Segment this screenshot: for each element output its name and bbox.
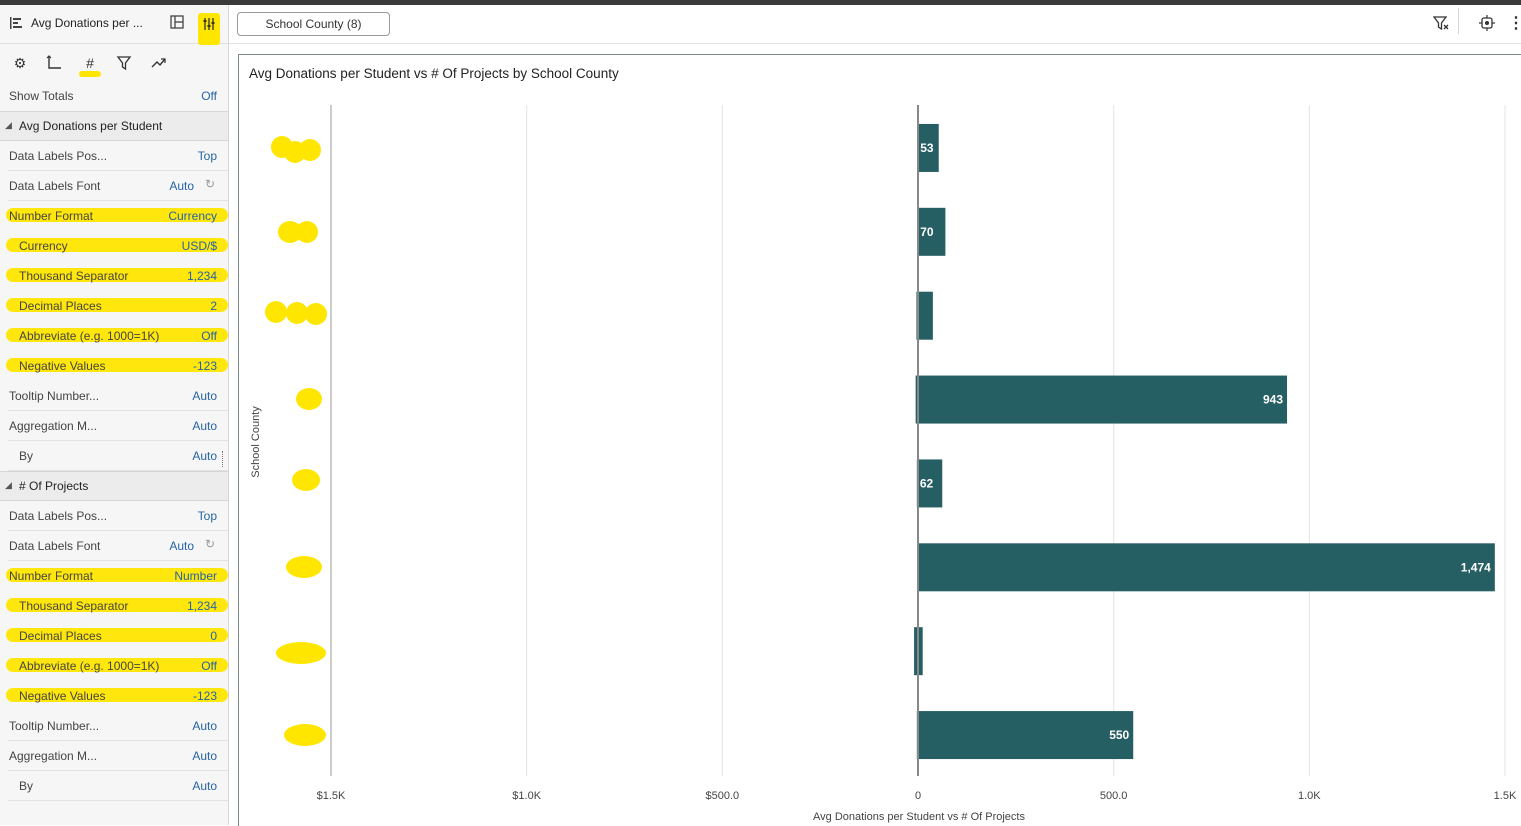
redaction-mark [299,139,321,161]
redaction-mark [296,388,322,410]
redaction-mark [292,469,320,491]
bar [915,375,1288,424]
redaction-mark [296,221,318,243]
data-label: 70 [920,225,934,239]
redaction-mark [286,556,322,578]
x-tick-label: 1.5K [1494,790,1517,802]
redaction-mark [305,303,327,325]
bar [916,711,1134,760]
x-tick-label: $500.0 [706,790,740,802]
data-label: 53 [920,141,934,155]
x-tick-label: 0 [915,790,921,802]
x-axis-title: Avg Donations per Student vs # Of Projec… [813,811,1025,823]
bar [917,543,1495,592]
bar-chart: 53 70 943 62 1,474 550 $1.5K $1.0K $500.0 0 500.0 1… [250,105,1517,823]
data-label: 62 [920,476,934,490]
data-label: 1,474 [1461,560,1491,574]
x-tick-label: $1.5K [317,790,346,802]
x-tick-label: 500.0 [1100,790,1128,802]
x-tick-label: 1.0K [1298,790,1321,802]
redaction-mark [284,724,326,746]
redaction-mark [286,302,308,324]
redaction-mark [265,301,287,323]
data-label: 550 [1109,728,1129,742]
redaction-mark [276,642,326,664]
x-tick-label: $1.0K [512,790,541,802]
data-label: 943 [1263,393,1283,407]
y-axis-title: School County [250,406,262,478]
